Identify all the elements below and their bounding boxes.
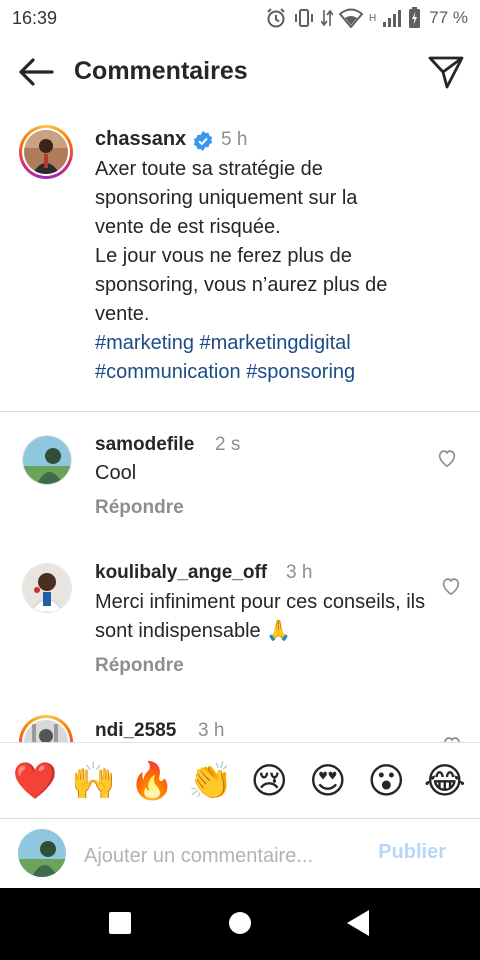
network-type: H xyxy=(369,12,377,24)
emoji-heart[interactable]: ❤️ xyxy=(9,759,61,803)
system-nav-bar xyxy=(0,888,480,960)
caption-text: Axer toute sa stratégie de sponsoring un… xyxy=(95,158,388,325)
hashtag-link[interactable]: #marketingdigital xyxy=(200,332,351,354)
comment-time: 3 h xyxy=(286,562,313,583)
comment-username[interactable]: samodefile xyxy=(95,434,194,456)
reply-button[interactable]: Répondre xyxy=(95,655,184,677)
current-user-avatar xyxy=(18,829,66,877)
emoji-clapping[interactable]: 👏 xyxy=(185,759,237,803)
comment-username[interactable]: koulibaly_ange_off xyxy=(95,562,267,584)
verified-badge-icon xyxy=(193,131,213,151)
avatar-photo xyxy=(24,720,68,742)
alarm-icon xyxy=(265,7,287,29)
signal-icon xyxy=(382,8,402,28)
share-button[interactable] xyxy=(426,52,466,92)
battery-percent: 77 % xyxy=(429,8,468,27)
heart-icon[interactable] xyxy=(436,447,458,469)
comment-partial: ndi_2585 3 h xyxy=(0,700,480,742)
home-button[interactable] xyxy=(229,912,251,934)
emoji-bar: ❤️ 🙌 🔥 👏 😢 😍 😮 😂 xyxy=(0,742,480,818)
caption-time: 5 h xyxy=(221,129,248,150)
emoji-laughing[interactable]: 😂 xyxy=(419,759,471,803)
wifi-icon xyxy=(339,8,364,28)
data-arrows-icon xyxy=(321,8,334,28)
recents-button[interactable] xyxy=(109,912,131,934)
comment-username[interactable]: ndi_2585 xyxy=(95,720,176,742)
hashtag-link[interactable]: #sponsoring xyxy=(246,361,355,383)
comment-text: Cool xyxy=(95,462,137,484)
hashtags: #marketing #marketingdigital #communicat… xyxy=(95,329,435,387)
emoji-crying[interactable]: 😢 xyxy=(243,759,295,803)
emoji-fire[interactable]: 🔥 xyxy=(126,759,178,803)
hashtag-link[interactable]: #marketing xyxy=(95,332,194,354)
comment-avatar[interactable] xyxy=(22,435,72,485)
comment-avatar[interactable] xyxy=(19,715,73,742)
heart-icon[interactable] xyxy=(440,575,462,597)
caption-avatar[interactable] xyxy=(19,125,73,179)
heart-icon[interactable] xyxy=(441,734,463,742)
avatar-photo xyxy=(18,829,66,877)
comment-input[interactable] xyxy=(82,841,366,871)
hashtag-link[interactable]: #communication xyxy=(95,361,241,383)
battery-icon xyxy=(408,7,421,29)
emoji-raising-hands[interactable]: 🙌 xyxy=(68,759,120,803)
publish-button[interactable]: Publier xyxy=(378,841,446,864)
divider xyxy=(0,411,480,412)
status-time: 16:39 xyxy=(12,8,58,28)
vibrate-icon xyxy=(293,7,315,29)
status-icons: H 77 % xyxy=(265,6,468,30)
paper-plane-icon xyxy=(428,56,464,89)
arrow-left-icon xyxy=(19,58,54,86)
avatar-photo xyxy=(23,436,71,484)
status-bar: 16:39 H 77 % xyxy=(0,0,480,38)
header: Commentaires xyxy=(0,38,480,106)
reply-button[interactable]: Répondre xyxy=(95,497,184,519)
avatar-photo xyxy=(23,564,71,612)
comment-time: 3 h xyxy=(198,720,225,741)
emoji-surprised[interactable]: 😮 xyxy=(360,759,412,803)
caption-username[interactable]: chassanx xyxy=(95,128,186,151)
comment-text: Merci infiniment pour ces conseils, ils … xyxy=(95,591,426,642)
comment-avatar[interactable] xyxy=(22,563,72,613)
system-back-button[interactable] xyxy=(347,910,369,936)
emoji-heart-eyes[interactable]: 😍 xyxy=(302,759,354,803)
avatar-photo xyxy=(24,130,68,174)
comment-composer: Publier xyxy=(0,818,480,889)
page-title: Commentaires xyxy=(74,57,248,85)
comment-time: 2 s xyxy=(215,434,241,455)
back-button[interactable] xyxy=(14,52,58,92)
